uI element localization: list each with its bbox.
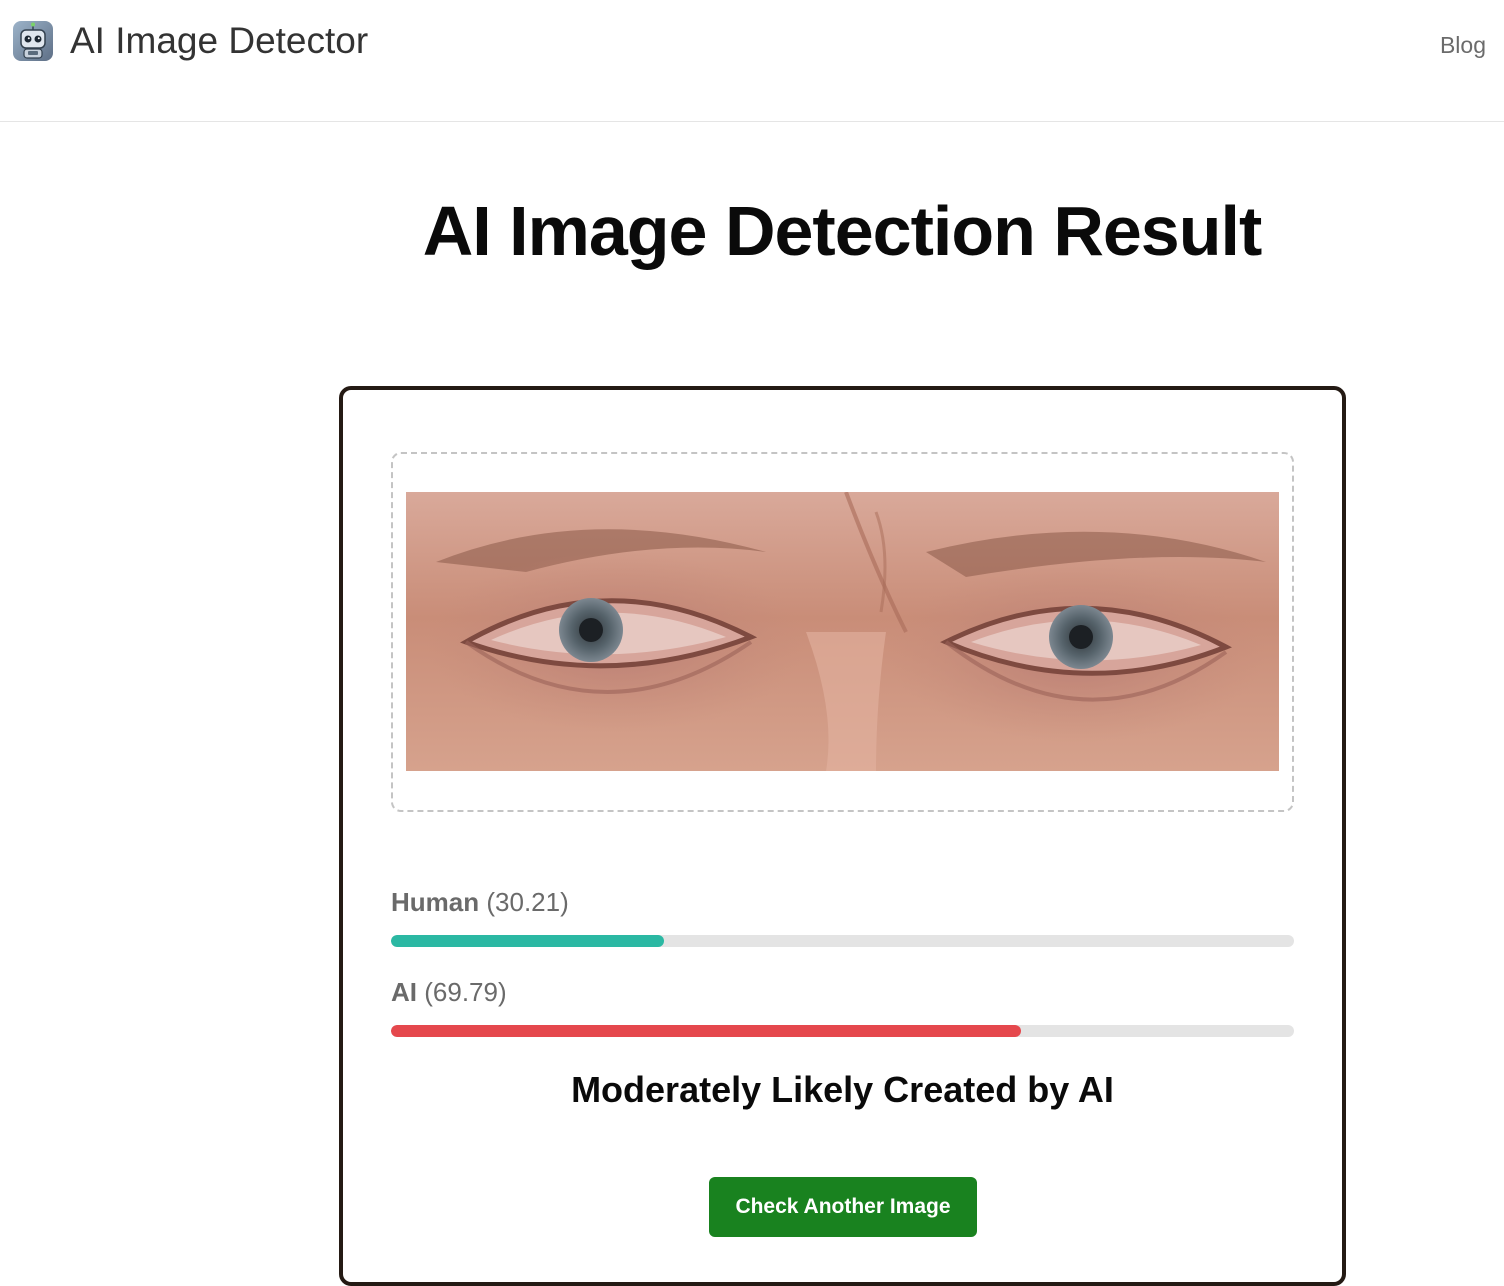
ai-score-fill <box>391 1025 1022 1037</box>
nav-blog-link[interactable]: Blog <box>1440 30 1486 60</box>
check-another-image-button[interactable]: Check Another Image <box>709 1177 977 1237</box>
human-score-name: Human <box>391 887 480 917</box>
ai-score-bar <box>391 1025 1294 1037</box>
robot-icon[interactable] <box>12 20 54 62</box>
human-score-value: (30.21) <box>486 887 569 917</box>
human-score-label: Human (30.21) <box>391 886 569 918</box>
site-header: AI Image Detector Blog <box>0 0 1504 122</box>
human-score-bar <box>391 935 1294 947</box>
ai-score-name: AI <box>391 977 417 1007</box>
ai-score-label: AI (69.79) <box>391 976 507 1008</box>
ai-score-value: (69.79) <box>424 977 507 1007</box>
uploaded-image <box>406 492 1279 771</box>
page-title: AI Image Detection Result <box>422 192 1263 270</box>
result-card: Human (30.21) AI (69.79) Moderately Like… <box>339 386 1346 1286</box>
human-score-fill <box>391 935 664 947</box>
verdict-text: Moderately Likely Created by AI <box>571 1069 1114 1110</box>
app-title[interactable]: AI Image Detector <box>70 19 368 63</box>
image-preview-frame <box>391 452 1294 812</box>
